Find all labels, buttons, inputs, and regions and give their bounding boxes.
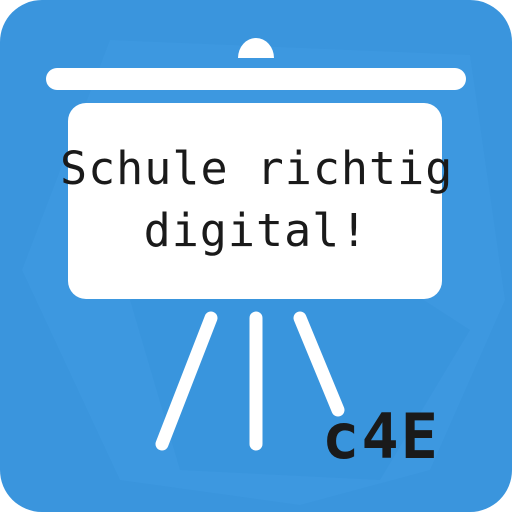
board-line-2: digital! [143, 204, 369, 257]
app-icon: Schule richtig digital! c4E [0, 0, 512, 512]
board-line-1: Schule richtig [60, 142, 454, 195]
brand-label: c4E [322, 400, 440, 473]
board-text: Schule richtig digital! [60, 138, 452, 262]
easel-top-bar [46, 68, 466, 90]
